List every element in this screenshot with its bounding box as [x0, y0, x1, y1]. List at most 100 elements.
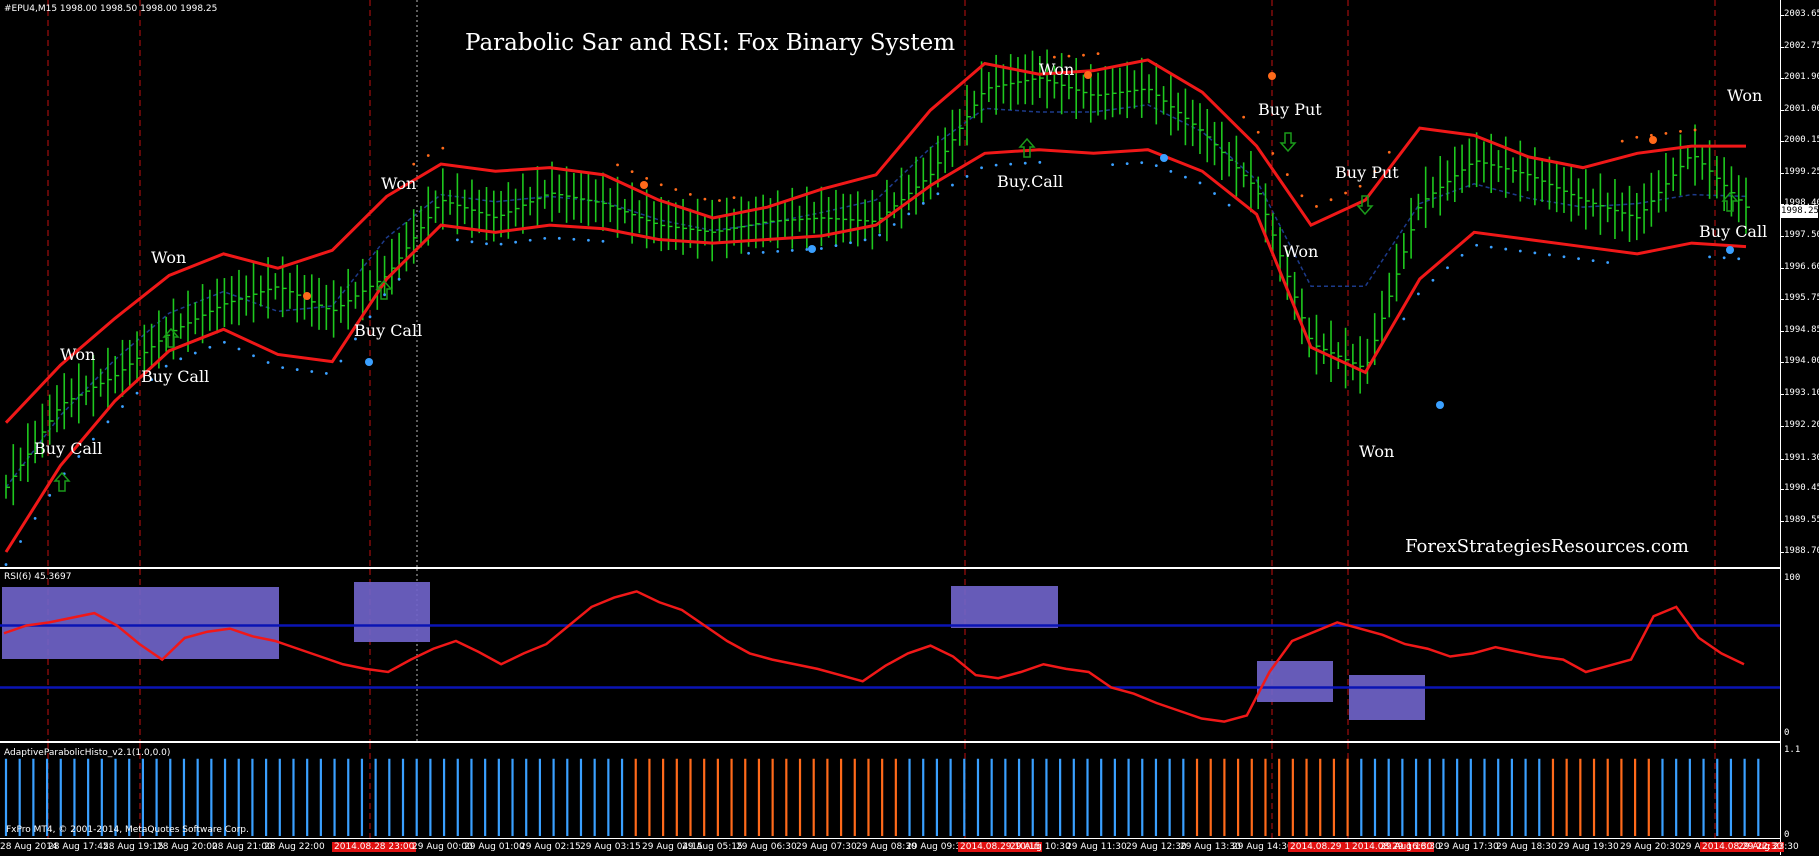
- buy-put-label: Buy Put: [1335, 163, 1399, 182]
- time-label: 28 Aug 19:15: [103, 842, 164, 852]
- sar-dot-up: [208, 345, 212, 349]
- price-tick-label: 2003.65: [1784, 9, 1819, 19]
- sar-dot-up: [397, 277, 401, 281]
- sar-dot-up: [572, 237, 576, 241]
- sar-dot-up: [1038, 160, 1042, 164]
- sar-dot-up: [281, 366, 285, 370]
- rsi-signal-zone: [951, 586, 1058, 628]
- sar-dot-up: [121, 405, 124, 408]
- price-tick: [1780, 173, 1784, 175]
- buy-call-label: Buy.Call: [997, 172, 1064, 191]
- rsi-signal-zone: [1257, 661, 1333, 702]
- rsi-tick-label: 100: [1784, 573, 1801, 583]
- won-label: Won: [1727, 86, 1763, 105]
- sar-dot-up: [528, 238, 532, 242]
- time-label: 29 Aug 12:30: [1126, 842, 1187, 852]
- sar-dot-down: [688, 192, 692, 196]
- sar-dot-up: [193, 351, 197, 355]
- sar-dot-down: [732, 196, 736, 199]
- time-label: 28 Aug 17:45: [48, 842, 109, 852]
- sar-dot-up: [907, 212, 911, 216]
- sar-dot-down: [1300, 194, 1304, 198]
- upper-band-line: [4, 58, 1746, 424]
- lower-band-line: [4, 148, 1747, 553]
- sar-dot-up: [1591, 259, 1595, 263]
- buy-call-label: Buy Call: [354, 321, 423, 340]
- sar-dot-up: [994, 163, 998, 167]
- sar-signal-down: [1649, 136, 1657, 144]
- time-label: 29 Aug 06:30: [736, 842, 797, 852]
- won-label: Won: [1283, 242, 1319, 261]
- price-tick-label: 1999.25: [1784, 167, 1819, 178]
- sar-dot-up: [936, 192, 940, 196]
- sar-dot-up: [1446, 266, 1449, 270]
- chart-title: Parabolic Sar and RSI: Fox Binary System: [465, 30, 956, 56]
- time-label: 29 Aug 11:30: [1066, 842, 1127, 852]
- sar-dot-up: [1154, 164, 1158, 168]
- sar-dot-down: [1315, 205, 1318, 208]
- sar-dot-up: [1213, 192, 1216, 195]
- adaptive-parabolic-histogram[interactable]: [0, 743, 1780, 838]
- sar-dot-up: [470, 240, 474, 244]
- price-tick-label: 1994.00: [1784, 355, 1819, 366]
- sar-signal-down: [640, 181, 648, 189]
- sar-dot-up: [805, 248, 809, 251]
- sar-dot-up: [1708, 255, 1711, 259]
- time-label: 29 Aug 16:30: [1380, 842, 1441, 852]
- sar-dot-up: [1184, 175, 1187, 179]
- sar-dot-down: [703, 197, 707, 201]
- sar-dot-down: [426, 154, 430, 157]
- sar-dot-up: [761, 250, 765, 254]
- sar-dot-up: [543, 236, 547, 240]
- symbol-header: #EPU4,M15 1998.00 1998.50 1998.00 1998.2…: [4, 4, 218, 14]
- sar-dot-down: [1358, 184, 1362, 188]
- sar-dot-up: [368, 315, 372, 319]
- buy-call-arrow-icon: [1018, 137, 1036, 158]
- sar-dot-down: [1052, 55, 1056, 59]
- buy-call-label: Buy Call: [1699, 222, 1768, 241]
- sar-dot-up: [33, 517, 37, 520]
- won-label: Won: [1359, 442, 1395, 461]
- sar-signal-up: [1160, 154, 1168, 162]
- sar-dot-down: [645, 176, 649, 180]
- sar-dot-up: [295, 368, 299, 371]
- sar-dot-down: [1693, 128, 1697, 132]
- won-label: Won: [60, 345, 96, 364]
- price-tick: [1780, 110, 1784, 112]
- sar-signal-down: [1268, 72, 1276, 80]
- price-tick: [1780, 458, 1784, 460]
- won-label: Won: [381, 174, 417, 193]
- sar-dot-up: [1562, 255, 1566, 259]
- time-label: 28 Aug 20:00: [157, 842, 218, 852]
- sar-dot-up: [179, 357, 183, 361]
- sar-dot-up: [587, 238, 590, 242]
- rsi-tick-label: 0: [1784, 728, 1790, 738]
- sar-dot-down: [659, 183, 663, 187]
- price-tick-label: 1988.70: [1784, 546, 1819, 556]
- sar-dot-up: [1431, 278, 1435, 282]
- rsi-chart[interactable]: [0, 569, 1780, 741]
- time-label: 29 Aug 20:30: [1620, 842, 1681, 852]
- time-label: 29 Aug 18:30: [1496, 842, 1557, 852]
- price-tick: [1780, 47, 1784, 49]
- sar-dot-down: [1082, 53, 1085, 57]
- price-tick: [1780, 393, 1784, 395]
- price-tick: [1780, 298, 1784, 300]
- histo-tick-label: 1.1: [1784, 745, 1801, 755]
- sar-dot-up: [878, 233, 882, 237]
- sar-dot-up: [223, 340, 226, 344]
- price-tick-label: 1990.45: [1784, 483, 1819, 494]
- sar-dot-up: [514, 240, 518, 244]
- price-chart[interactable]: [0, 0, 1780, 567]
- sar-dot-up: [1737, 257, 1741, 261]
- sar-dot-up: [1169, 169, 1173, 173]
- sar-dot-up: [1548, 253, 1551, 257]
- sar-dot-up: [965, 175, 969, 178]
- sar-dot-up: [1416, 292, 1420, 296]
- rsi-signal-zone: [1349, 675, 1425, 720]
- sar-dot-up: [601, 239, 605, 243]
- sar-signal-down: [303, 292, 311, 300]
- price-tick-label: 1992.20: [1784, 420, 1819, 431]
- sar-dot-down: [1635, 135, 1639, 139]
- price-tick: [1780, 489, 1784, 491]
